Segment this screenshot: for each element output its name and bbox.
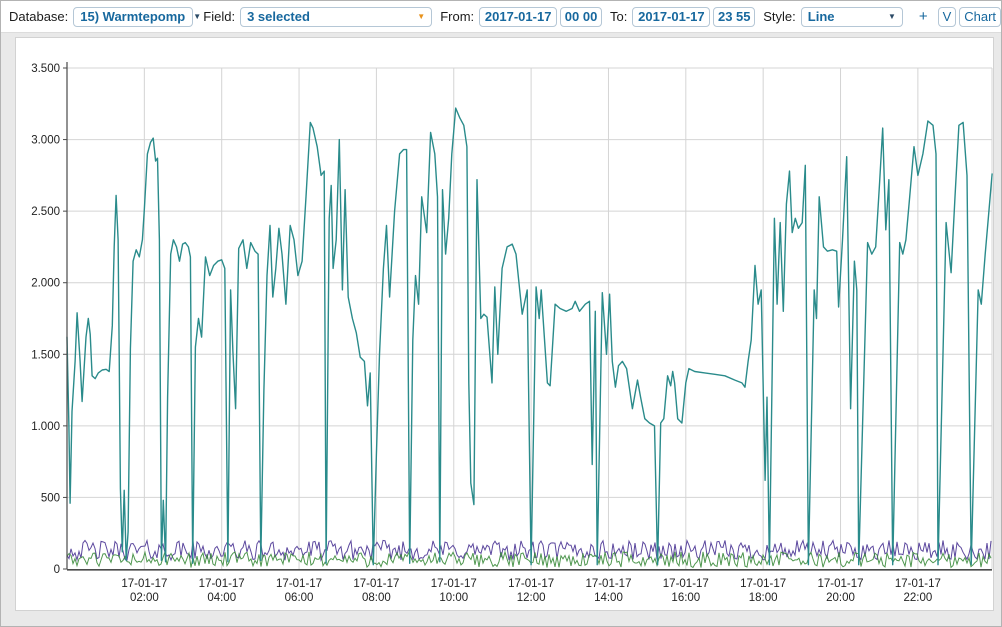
svg-text:17-01-17: 17-01-17 xyxy=(585,578,631,590)
chart-button[interactable]: Chart xyxy=(959,6,1002,27)
field-select-value: 3 selected xyxy=(247,9,310,24)
svg-text:17-01-17: 17-01-17 xyxy=(353,578,399,590)
svg-text:16:00: 16:00 xyxy=(671,592,700,604)
chevron-down-icon: ▼ xyxy=(193,11,202,21)
svg-text:17-01-17: 17-01-17 xyxy=(663,578,709,590)
chevron-down-icon: ▼ xyxy=(417,11,426,21)
line-chart: 0 500 1.000 1.500 2.000 2.500 3.000 3.500 17-01-… xyxy=(16,38,993,610)
from-time-input[interactable] xyxy=(560,6,603,27)
svg-text:17-01-17: 17-01-17 xyxy=(276,578,322,590)
svg-text:20:00: 20:00 xyxy=(826,592,855,604)
style-select-value: Line xyxy=(807,9,835,24)
from-label: From: xyxy=(440,9,475,24)
database-select-value: 15) Warmtepomp xyxy=(80,9,186,24)
svg-text:2.500: 2.500 xyxy=(31,206,60,218)
database-select[interactable]: 15) Warmtepomp ▼ xyxy=(73,6,201,27)
svg-text:17-01-17: 17-01-17 xyxy=(508,578,554,590)
database-label: Database: xyxy=(9,9,69,24)
v-button[interactable]: V xyxy=(937,6,957,27)
svg-text:18:00: 18:00 xyxy=(749,592,778,604)
svg-text:08:00: 08:00 xyxy=(362,592,391,604)
svg-text:02:00: 02:00 xyxy=(130,592,159,604)
svg-text:3.000: 3.000 xyxy=(31,135,60,147)
field-label: Field: xyxy=(203,9,236,24)
svg-text:04:00: 04:00 xyxy=(207,592,236,604)
toolbar: Database: 15) Warmtepomp ▼ Field: 3 sele… xyxy=(1,1,1002,33)
style-label: Style: xyxy=(763,9,796,24)
add-button[interactable]: + xyxy=(913,7,934,26)
svg-text:17-01-17: 17-01-17 xyxy=(121,578,167,590)
style-select[interactable]: Line ▼ xyxy=(800,6,903,27)
svg-text:17-01-17: 17-01-17 xyxy=(895,578,941,590)
svg-text:2.000: 2.000 xyxy=(31,278,60,290)
svg-text:0: 0 xyxy=(54,564,60,576)
field-select[interactable]: 3 selected ▼ xyxy=(240,6,433,27)
svg-text:1.500: 1.500 xyxy=(31,349,60,361)
svg-text:10:00: 10:00 xyxy=(439,592,468,604)
svg-text:14:00: 14:00 xyxy=(594,592,623,604)
svg-text:22:00: 22:00 xyxy=(903,592,932,604)
to-label: To: xyxy=(610,9,628,24)
chart-panel: 0 500 1.000 1.500 2.000 2.500 3.000 3.500 17-01-… xyxy=(15,37,994,611)
svg-text:06:00: 06:00 xyxy=(285,592,314,604)
svg-text:1.000: 1.000 xyxy=(31,421,60,433)
svg-text:500: 500 xyxy=(41,492,60,504)
svg-text:17-01-17: 17-01-17 xyxy=(199,578,245,590)
svg-text:17-01-17: 17-01-17 xyxy=(431,578,477,590)
to-date-input[interactable] xyxy=(632,6,711,27)
svg-text:17-01-17: 17-01-17 xyxy=(817,578,863,590)
svg-text:17-01-17: 17-01-17 xyxy=(740,578,786,590)
chevron-down-icon: ▼ xyxy=(887,11,896,21)
svg-text:12:00: 12:00 xyxy=(517,592,546,604)
app-window: Database: 15) Warmtepomp ▼ Field: 3 sele… xyxy=(0,0,1002,627)
to-time-input[interactable] xyxy=(713,6,756,27)
svg-text:3.500: 3.500 xyxy=(31,63,60,75)
from-date-input[interactable] xyxy=(479,6,558,27)
